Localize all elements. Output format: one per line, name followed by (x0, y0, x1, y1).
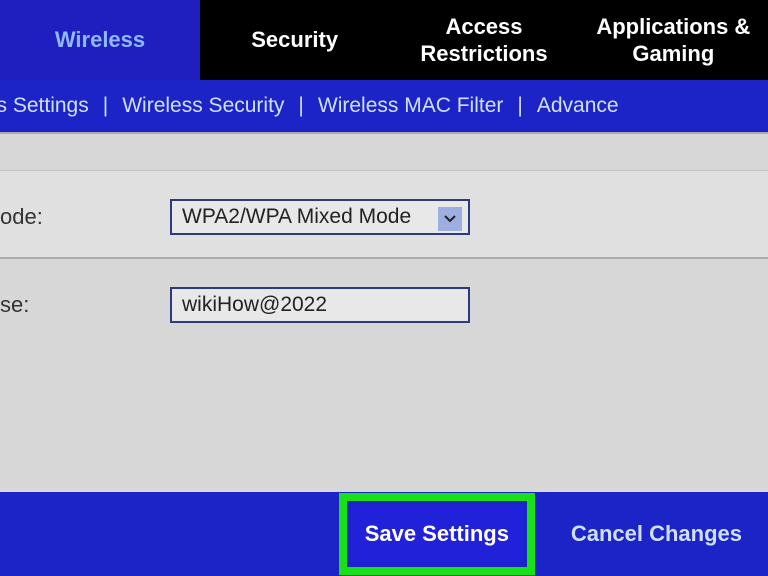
tab-label: Wireless (55, 26, 145, 54)
tab-wireless[interactable]: Wireless (0, 0, 200, 80)
tab-label: Applications & Gaming (587, 13, 760, 68)
tab-label: Security (251, 26, 338, 54)
passphrase-input[interactable] (170, 287, 470, 323)
passphrase-label: se: (0, 292, 170, 318)
tab-applications-gaming[interactable]: Applications & Gaming (579, 0, 768, 80)
primary-nav: Wireless Security Access Restrictions Ap… (0, 0, 768, 80)
security-mode-section: ode: WPA2/WPA Mixed Mode (0, 170, 768, 259)
button-label: Save Settings (365, 521, 509, 547)
security-mode-value: WPA2/WPA Mixed Mode (182, 205, 411, 229)
tab-label: Access Restrictions (397, 13, 570, 68)
security-mode-label: ode: (0, 204, 170, 230)
subnav-wireless-settings[interactable]: eless Settings (0, 94, 97, 118)
chevron-down-icon (438, 207, 462, 231)
subnav-wireless-mac-filter[interactable]: Wireless MAC Filter (310, 94, 512, 118)
highlight-box: Save Settings (339, 493, 535, 575)
divider: | (511, 94, 528, 118)
security-mode-select[interactable]: WPA2/WPA Mixed Mode (170, 199, 470, 235)
subnav-advanced[interactable]: Advance (529, 94, 627, 118)
divider: | (292, 94, 309, 118)
cancel-changes-button[interactable]: Cancel Changes (571, 521, 742, 547)
secondary-nav: eless Settings | Wireless Security | Wir… (0, 80, 768, 132)
content-area: ode: WPA2/WPA Mixed Mode se: (0, 132, 768, 492)
divider: | (97, 94, 114, 118)
tab-security[interactable]: Security (200, 0, 389, 80)
save-settings-button[interactable]: Save Settings (351, 505, 523, 563)
subnav-wireless-security[interactable]: Wireless Security (114, 94, 292, 118)
footer-bar: Save Settings Cancel Changes (0, 492, 768, 576)
button-label: Cancel Changes (571, 521, 742, 547)
tab-access-restrictions[interactable]: Access Restrictions (389, 0, 578, 80)
